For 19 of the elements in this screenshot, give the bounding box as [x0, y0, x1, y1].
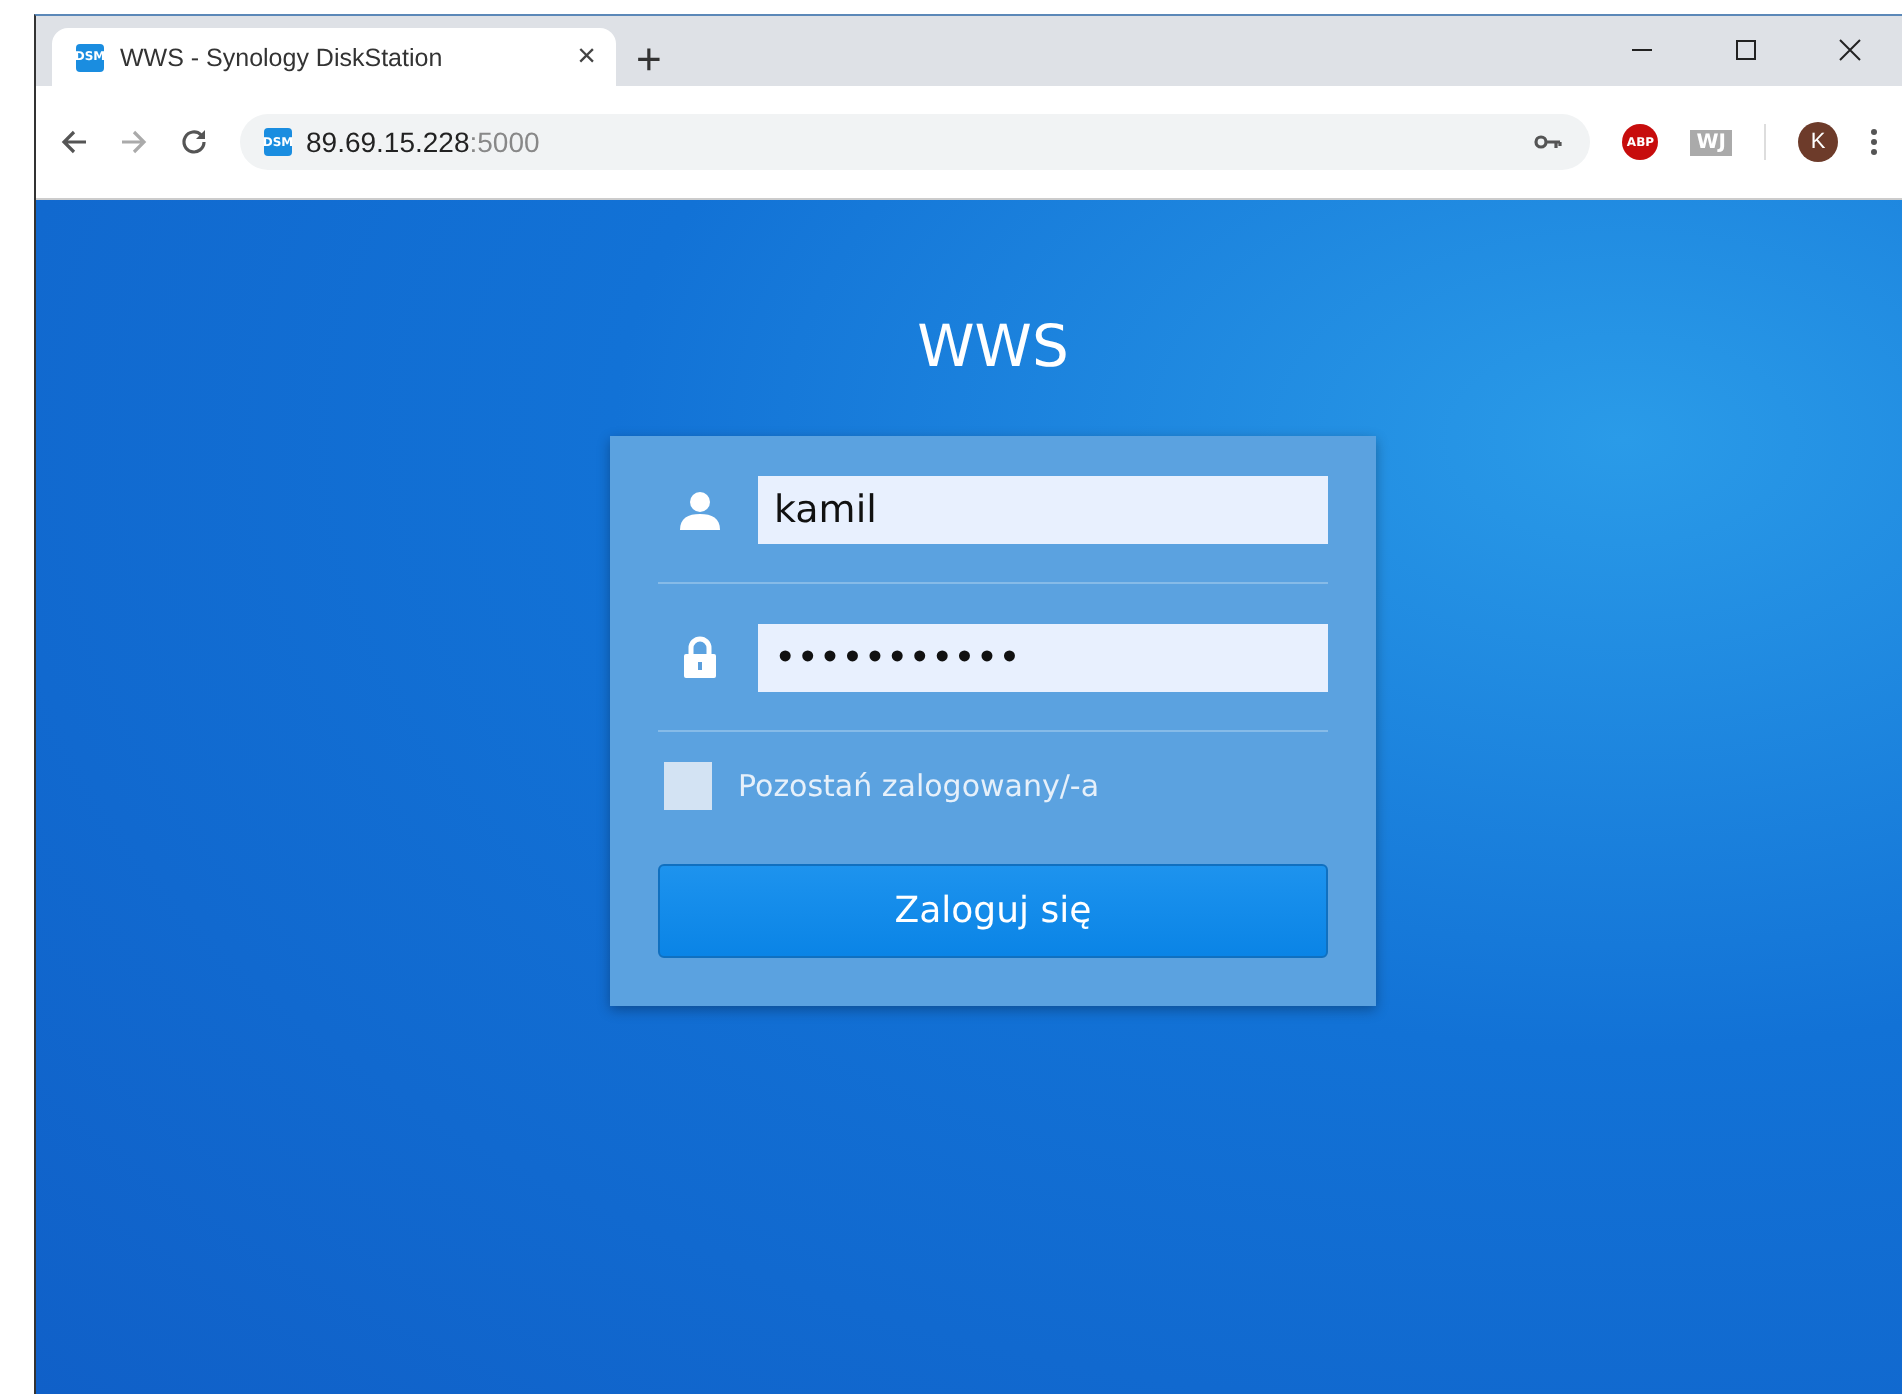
url-host: 89.69.15.228 [306, 126, 470, 158]
key-icon[interactable] [1534, 134, 1563, 150]
lock-icon [678, 636, 722, 678]
reload-icon[interactable] [180, 128, 208, 156]
url-port: :5000 [469, 126, 540, 158]
tab-title: WWS - Synology DiskStation [120, 43, 445, 71]
tab-close-button[interactable]: × [577, 41, 596, 73]
user-icon [678, 489, 722, 529]
password-field[interactable]: ••••••••••• [758, 623, 1328, 691]
back-icon[interactable] [60, 128, 88, 156]
username-field[interactable]: kamil [758, 475, 1328, 543]
menu-icon[interactable] [1870, 128, 1878, 156]
login-button[interactable]: Zaloguj się [658, 864, 1328, 958]
profile-avatar[interactable]: K [1798, 122, 1838, 162]
site-title: WWS [917, 312, 1069, 384]
maximize-icon[interactable] [1734, 38, 1758, 62]
new-tab-button[interactable]: + [636, 38, 662, 82]
remember-checkbox[interactable] [664, 762, 712, 810]
close-icon[interactable] [1838, 38, 1862, 62]
